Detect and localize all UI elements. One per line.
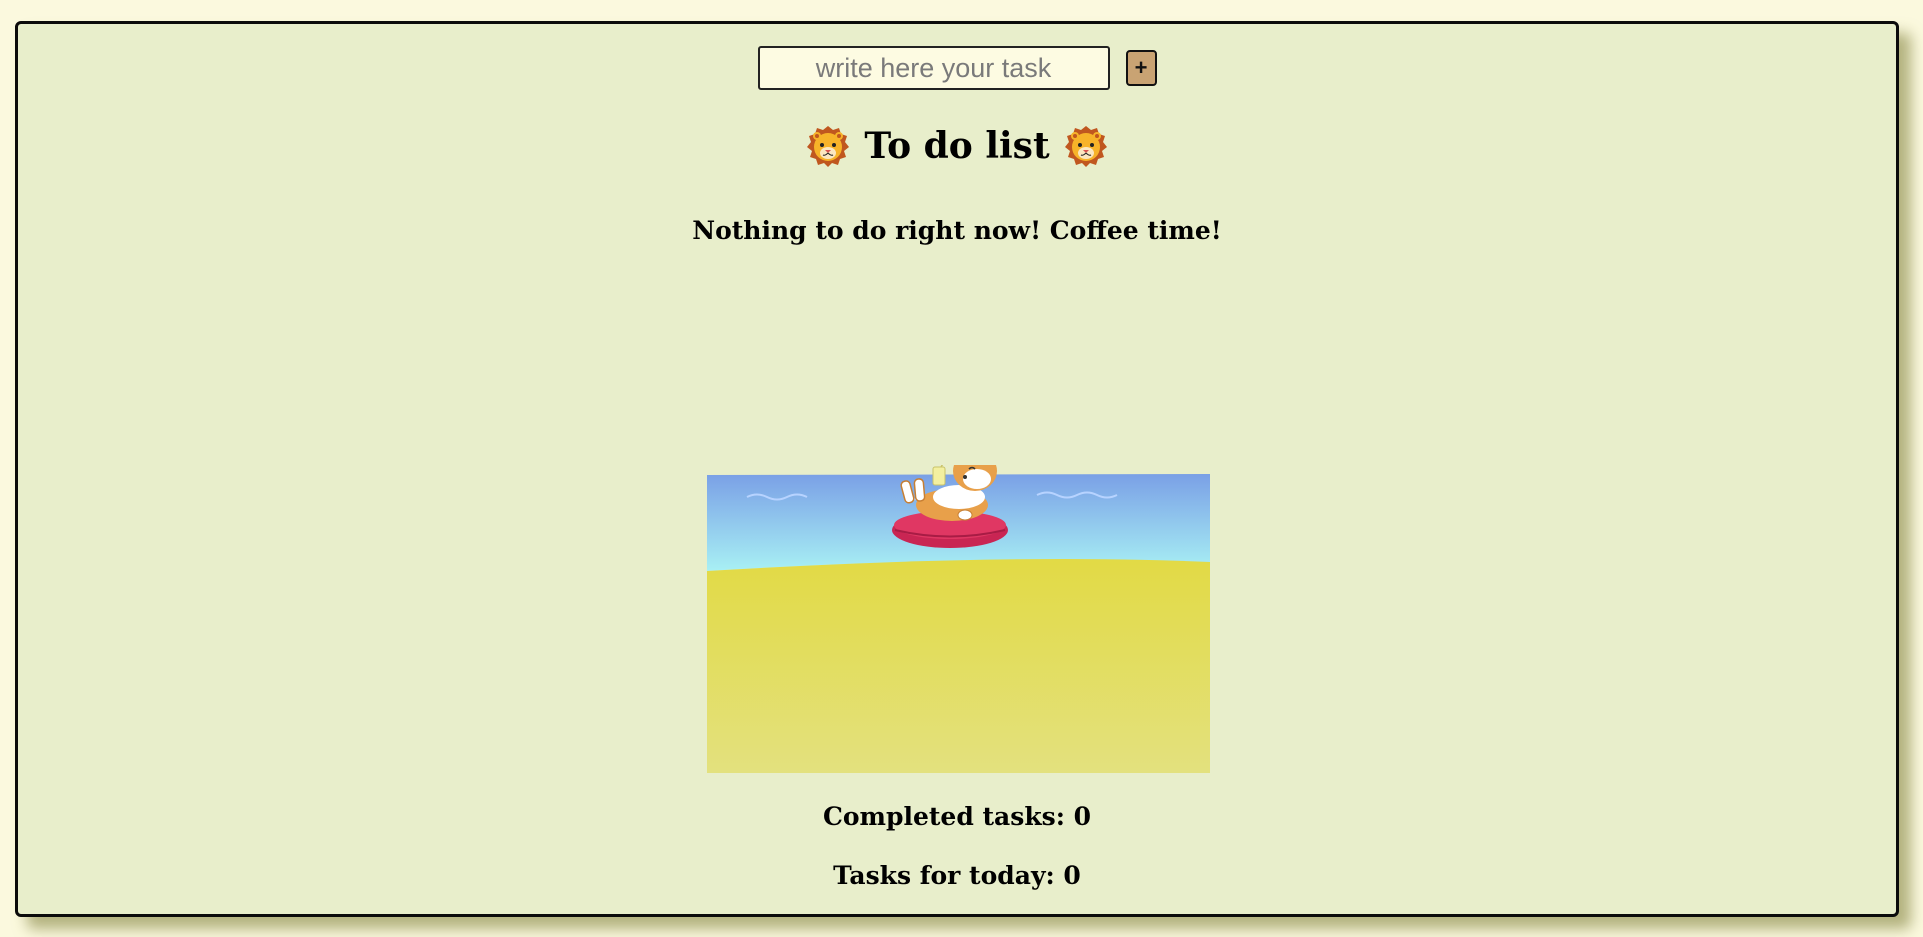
page-title-text: To do list bbox=[864, 125, 1050, 167]
completed-tasks-count: Completed tasks: 0 bbox=[822, 802, 1092, 831]
page-title: To do list bbox=[18, 124, 1896, 168]
tasks-for-today-count: Tasks for today: 0 bbox=[833, 861, 1081, 890]
corgi-floating-beach-illustration bbox=[707, 433, 1210, 773]
todo-card: + To do list bbox=[15, 21, 1899, 917]
lion-face-icon bbox=[806, 124, 850, 168]
lion-face-icon bbox=[1064, 124, 1108, 168]
empty-state-message: Nothing to do right now! Coffee time! bbox=[692, 216, 1222, 245]
task-input[interactable] bbox=[757, 46, 1110, 90]
new-task-row: + bbox=[18, 46, 1896, 90]
add-task-button[interactable]: + bbox=[1125, 50, 1157, 86]
